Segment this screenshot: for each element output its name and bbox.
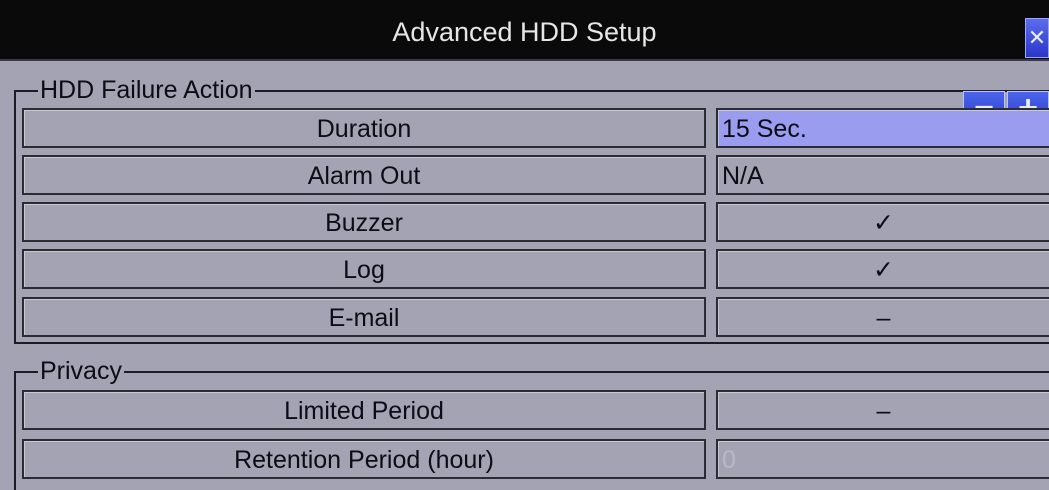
email-label: E-mail xyxy=(22,297,706,337)
row-alarm-out: Alarm Out N/A xyxy=(22,155,1049,195)
log-label: Log xyxy=(22,249,706,289)
limited-period-label: Limited Period xyxy=(22,390,706,430)
alarm-out-field[interactable]: N/A xyxy=(716,155,1049,195)
row-buzzer: Buzzer ✓ xyxy=(22,202,1049,242)
limited-period-checkbox[interactable]: – xyxy=(716,390,1049,430)
retention-period-field[interactable]: 0 xyxy=(716,439,1049,479)
row-duration: Duration 15 Sec. xyxy=(22,108,1049,148)
buzzer-label: Buzzer xyxy=(22,202,706,242)
duration-field[interactable]: 15 Sec. xyxy=(716,108,1049,148)
duration-label: Duration xyxy=(22,108,706,148)
row-retention-period: Retention Period (hour) 0 xyxy=(22,439,1049,479)
row-log: Log ✓ xyxy=(22,249,1049,289)
close-icon[interactable]: ✕ xyxy=(1025,18,1049,58)
log-checkbox[interactable]: ✓ xyxy=(716,249,1049,289)
title-bar: Advanced HDD Setup ✕ xyxy=(0,0,1049,61)
row-limited-period: Limited Period – xyxy=(22,390,1049,430)
email-checkbox[interactable]: – xyxy=(716,297,1049,337)
window-title: Advanced HDD Setup xyxy=(392,17,657,47)
buzzer-checkbox[interactable]: ✓ xyxy=(716,202,1049,242)
hdd-failure-legend: HDD Failure Action xyxy=(38,76,255,104)
alarm-out-label: Alarm Out xyxy=(22,155,706,195)
row-email: E-mail – xyxy=(22,297,1049,337)
privacy-legend: Privacy xyxy=(38,357,124,385)
retention-period-label: Retention Period (hour) xyxy=(22,439,706,479)
